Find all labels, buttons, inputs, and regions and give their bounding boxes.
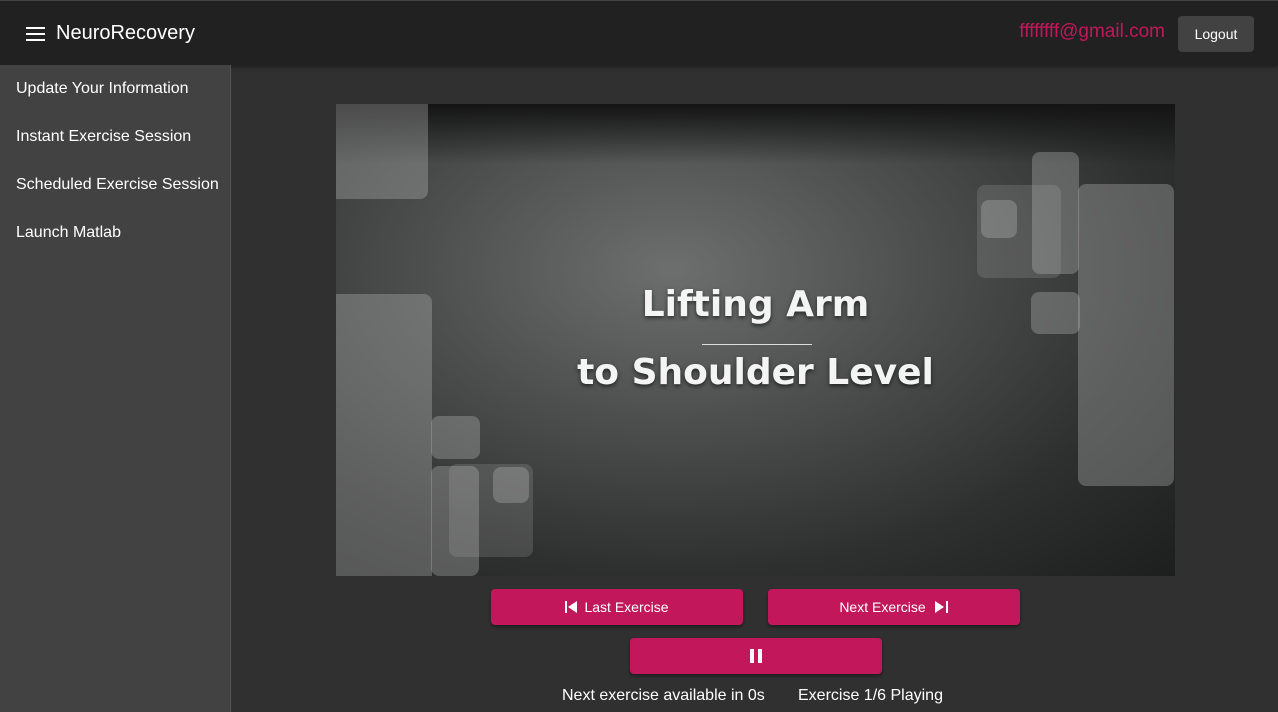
skip-previous-icon bbox=[565, 601, 579, 613]
last-exercise-label: Last Exercise bbox=[584, 599, 669, 615]
last-exercise-button[interactable]: Last Exercise bbox=[491, 589, 743, 625]
top-app-bar: NeuroRecovery ffffffff@gmail.com Logout bbox=[0, 0, 1278, 65]
sidebar-item-instant-exercise[interactable]: Instant Exercise Session bbox=[0, 113, 230, 161]
video-decor-square bbox=[1078, 184, 1174, 486]
logout-button[interactable]: Logout bbox=[1178, 16, 1254, 52]
skip-next-icon bbox=[934, 601, 949, 613]
next-exercise-button[interactable]: Next Exercise bbox=[768, 589, 1020, 625]
sidebar-item-launch-matlab[interactable]: Launch Matlab bbox=[0, 209, 230, 257]
video-decor-square bbox=[431, 416, 480, 459]
exercise-progress-status: Exercise 1/6 Playing bbox=[798, 687, 943, 704]
user-email: ffffffff@gmail.com bbox=[1019, 21, 1165, 42]
sidebar-item-scheduled-exercise[interactable]: Scheduled Exercise Session bbox=[0, 161, 230, 209]
video-title-divider bbox=[702, 344, 812, 345]
menu-icon[interactable] bbox=[26, 27, 45, 41]
video-decor-square bbox=[336, 104, 428, 199]
pause-icon bbox=[750, 649, 762, 663]
pause-button[interactable] bbox=[630, 638, 882, 674]
sidebar: Update Your Information Instant Exercise… bbox=[0, 65, 231, 712]
video-decor-square bbox=[493, 467, 529, 503]
sidebar-item-update-information[interactable]: Update Your Information bbox=[0, 65, 230, 113]
next-exercise-countdown: Next exercise available in 0s bbox=[562, 687, 765, 704]
exercise-video[interactable]: Lifting Arm to Shoulder Level bbox=[336, 104, 1175, 576]
video-decor-square bbox=[336, 294, 432, 576]
video-title-line2: to Shoulder Level bbox=[577, 352, 934, 393]
video-title-line1: Lifting Arm bbox=[641, 284, 870, 325]
next-exercise-label: Next Exercise bbox=[839, 599, 926, 615]
video-decor-square bbox=[981, 200, 1017, 238]
app-title: NeuroRecovery bbox=[56, 22, 195, 44]
video-decor-square bbox=[1032, 152, 1079, 274]
